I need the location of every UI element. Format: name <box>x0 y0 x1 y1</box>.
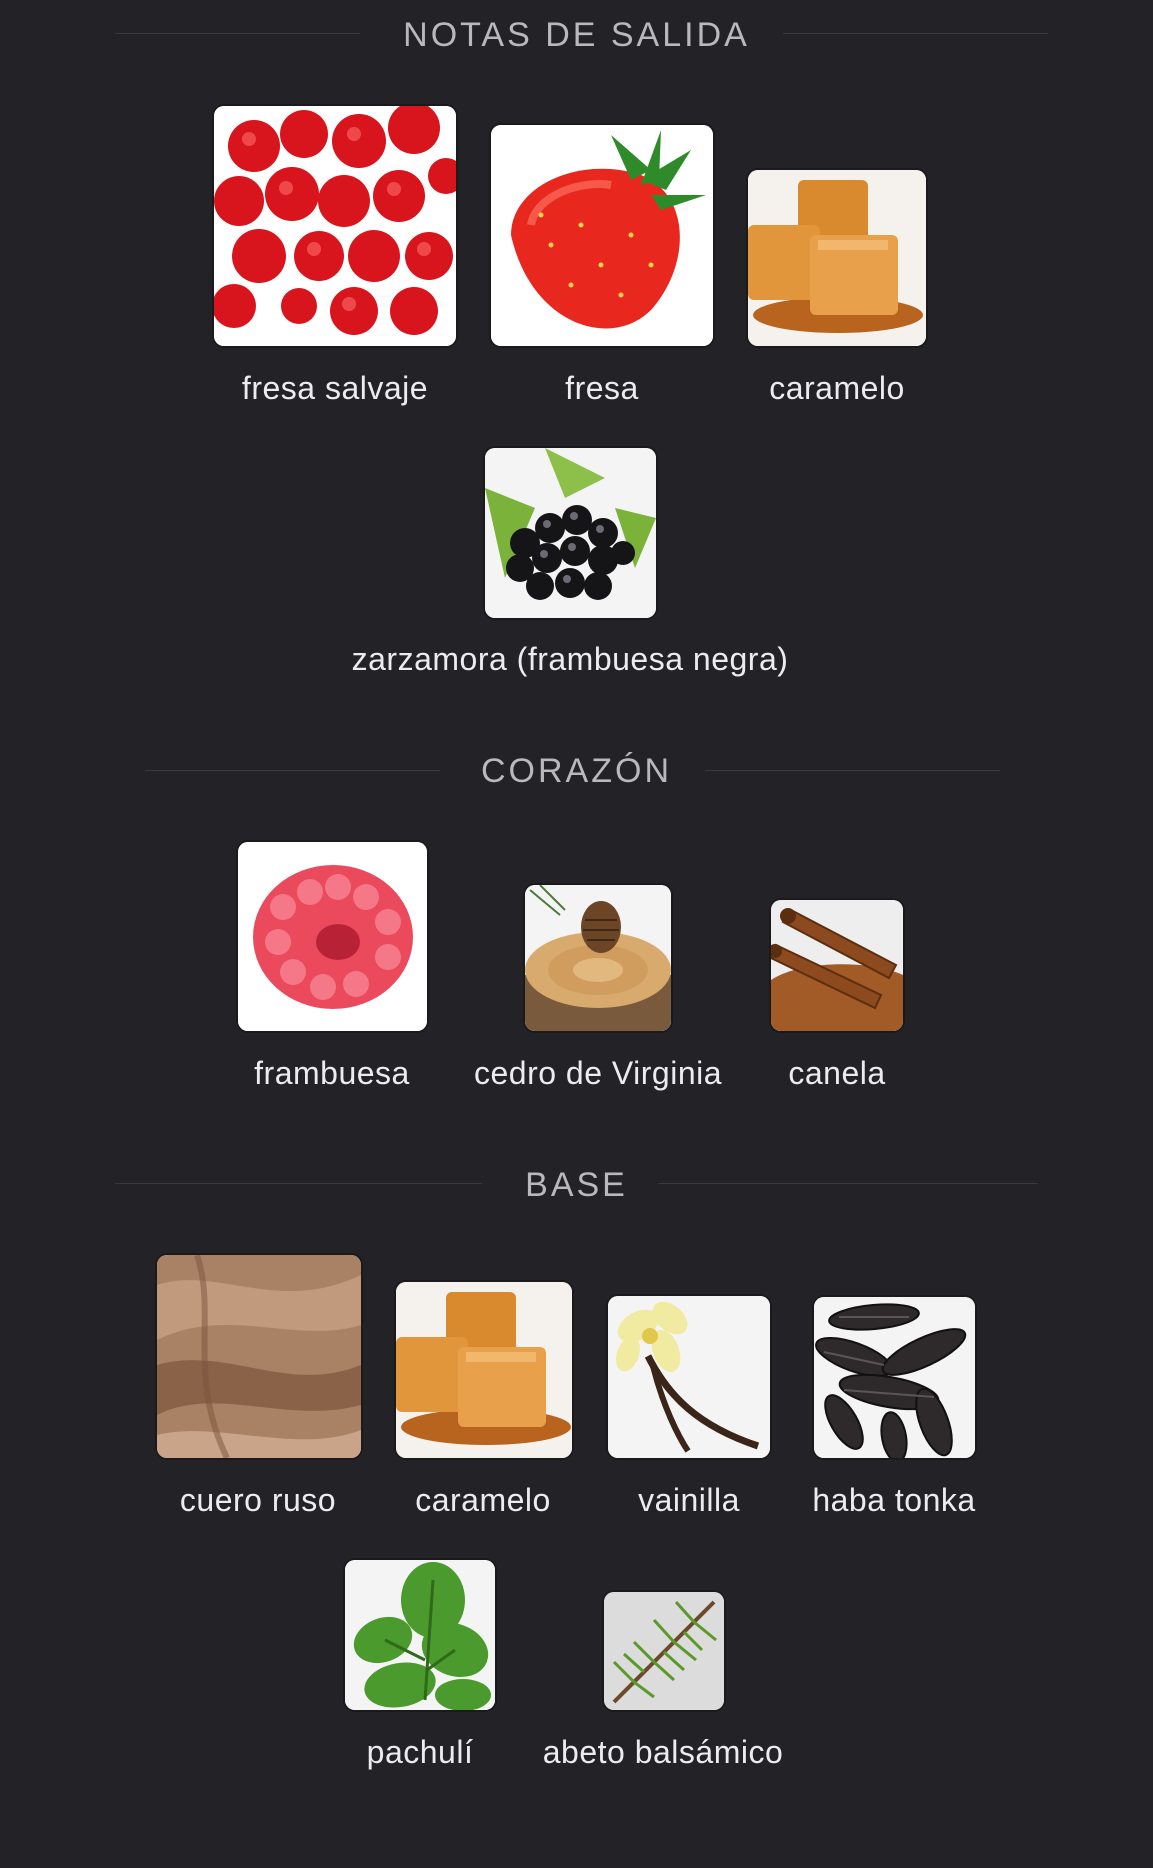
vanilla-icon <box>608 1296 770 1458</box>
note-label: pachulí <box>366 1734 474 1770</box>
section-title-heart: CORAZÓN <box>481 752 672 790</box>
raspberry-icon <box>238 842 427 1031</box>
section-title-base: BASE <box>525 1166 628 1204</box>
note-label: canela <box>788 1055 886 1091</box>
blackberry-icon <box>485 448 656 618</box>
note-label: caramelo <box>415 1482 551 1518</box>
tonka-bean-icon <box>814 1297 975 1458</box>
note-label: cuero ruso <box>179 1482 337 1518</box>
wild-strawberry-icon <box>214 106 456 346</box>
cinnamon-icon <box>771 900 903 1031</box>
leather-icon <box>157 1255 361 1458</box>
note-label: cedro de Virginia <box>473 1055 723 1091</box>
section-title-top: NOTAS DE SALIDA <box>403 16 750 54</box>
strawberry-icon <box>491 125 713 346</box>
patchouli-icon <box>345 1560 495 1710</box>
note-label: vainilla <box>638 1482 740 1518</box>
note-label: abeto balsámico <box>542 1734 784 1770</box>
cedar-icon <box>525 885 671 1031</box>
note-label: haba tonka <box>812 1482 976 1518</box>
caramel-icon <box>396 1282 572 1458</box>
note-label: caramelo <box>769 370 905 406</box>
note-label: fresa salvaje <box>241 370 429 406</box>
note-label: frambuesa <box>254 1055 410 1091</box>
note-label: zarzamora (frambuesa negra) <box>351 641 789 677</box>
balsam-fir-icon <box>604 1592 724 1710</box>
caramel-icon <box>748 170 926 346</box>
note-label: fresa <box>565 370 639 406</box>
